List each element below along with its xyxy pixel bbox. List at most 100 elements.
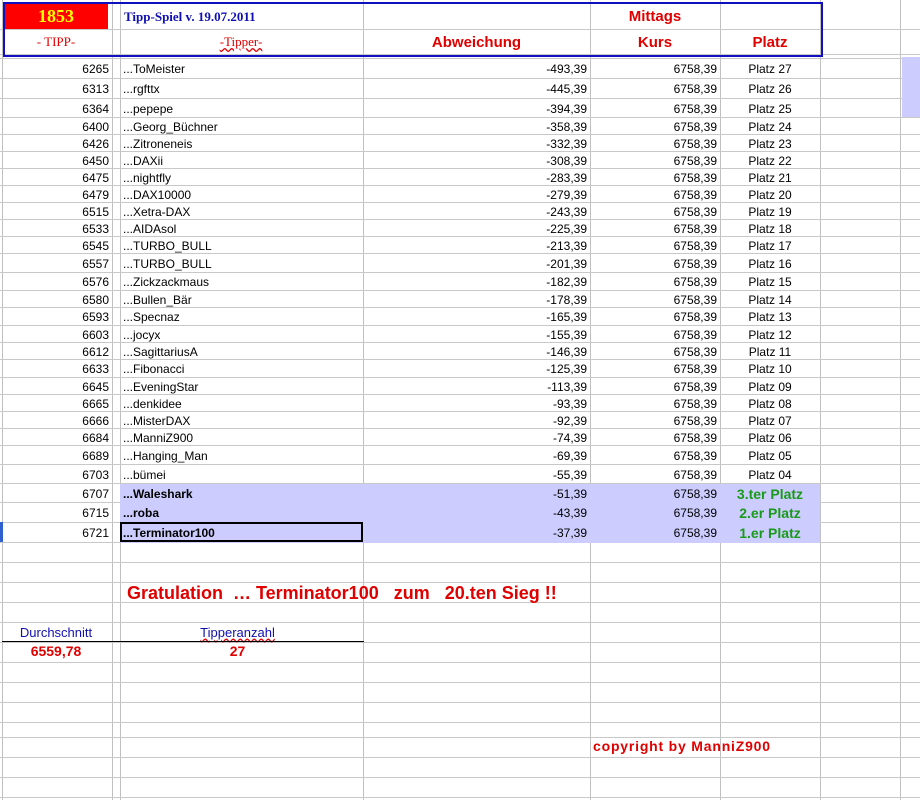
kurs-cell[interactable]: 6758,39 (590, 446, 720, 465)
platz-cell[interactable]: Platz 24 (720, 118, 820, 135)
platz-cell[interactable]: Platz 23 (720, 135, 820, 152)
platz-cell[interactable]: Platz 26 (720, 79, 820, 99)
abweichung-cell[interactable]: -92,39 (363, 412, 590, 429)
platz-cell[interactable]: Platz 18 (720, 220, 820, 237)
kurs-cell[interactable]: 6758,39 (590, 378, 720, 395)
kurs-cell[interactable]: 6758,39 (590, 523, 720, 543)
tipper-cell[interactable]: ...DAXii (120, 152, 363, 169)
durchschnitt-value[interactable]: 6559,78 (0, 642, 112, 660)
kurs-cell[interactable]: 6758,39 (590, 326, 720, 343)
tipper-cell[interactable]: ...MisterDAX (120, 412, 363, 429)
kurs-cell[interactable]: 6758,39 (590, 308, 720, 326)
tipper-cell[interactable]: ...pepepe (120, 99, 363, 118)
tipp-cell[interactable]: 6684 (2, 429, 112, 446)
kurs-cell[interactable]: 6758,39 (590, 169, 720, 186)
tipp-cell[interactable]: 6313 (2, 79, 112, 99)
platz-cell[interactable]: Platz 09 (720, 378, 820, 395)
platz-cell[interactable]: Platz 08 (720, 395, 820, 412)
tipp-cell[interactable]: 6645 (2, 378, 112, 395)
kurs-cell[interactable]: 6758,39 (590, 360, 720, 378)
kurs-cell[interactable]: 6758,39 (590, 484, 720, 503)
tipp-cell[interactable]: 6557 (2, 254, 112, 273)
abweichung-cell[interactable]: -155,39 (363, 326, 590, 343)
tipp-cell[interactable]: 6475 (2, 169, 112, 186)
tipp-cell[interactable]: 6715 (2, 503, 112, 523)
abweichung-cell[interactable]: -43,39 (363, 503, 590, 523)
tipper-cell[interactable]: ...Zitroneneis (120, 135, 363, 152)
tipper-cell[interactable]: ...DAX10000 (120, 186, 363, 203)
platz-cell[interactable]: Platz 21 (720, 169, 820, 186)
kurs-cell[interactable]: 6758,39 (590, 429, 720, 446)
kurs-cell[interactable]: 6758,39 (590, 254, 720, 273)
tipper-cell[interactable]: ...Fibonacci (120, 360, 363, 378)
kurs-cell[interactable]: 6758,39 (590, 59, 720, 79)
abweichung-cell[interactable]: -182,39 (363, 273, 590, 291)
tipp-cell[interactable]: 6400 (2, 118, 112, 135)
tipp-cell[interactable]: 6576 (2, 273, 112, 291)
tipper-cell[interactable]: ...bümei (120, 465, 363, 484)
abweichung-cell[interactable]: -74,39 (363, 429, 590, 446)
platz-cell[interactable]: Platz 10 (720, 360, 820, 378)
tipper-cell[interactable]: ...EveningStar (120, 378, 363, 395)
platz-cell[interactable]: Platz 12 (720, 326, 820, 343)
platz-cell[interactable]: Platz 25 (720, 99, 820, 118)
abweichung-cell[interactable]: -283,39 (363, 169, 590, 186)
tipp-cell[interactable]: 6689 (2, 446, 112, 465)
abweichung-cell[interactable]: -201,39 (363, 254, 590, 273)
abweichung-cell[interactable]: -178,39 (363, 291, 590, 308)
selected-cell-cursor[interactable] (120, 522, 363, 542)
tipper-cell[interactable]: ...ManniZ900 (120, 429, 363, 446)
tipper-cell[interactable]: ...Georg_Büchner (120, 118, 363, 135)
kurs-cell[interactable]: 6758,39 (590, 395, 720, 412)
tipper-cell[interactable]: ...Bullen_Bär (120, 291, 363, 308)
kurs-cell[interactable]: 6758,39 (590, 152, 720, 169)
platz-cell[interactable]: Platz 13 (720, 308, 820, 326)
platz-cell[interactable]: Platz 04 (720, 465, 820, 484)
platz-cell[interactable]: Platz 16 (720, 254, 820, 273)
tipper-cell[interactable]: ...jocyx (120, 326, 363, 343)
tipper-cell[interactable]: ...Hanging_Man (120, 446, 363, 465)
platz-cell[interactable]: Platz 07 (720, 412, 820, 429)
tipp-cell[interactable]: 6515 (2, 203, 112, 220)
kurs-cell[interactable]: 6758,39 (590, 503, 720, 523)
platz-cell[interactable]: Platz 15 (720, 273, 820, 291)
tipper-cell[interactable]: ...ToMeister (120, 59, 363, 79)
abweichung-cell[interactable]: -358,39 (363, 118, 590, 135)
kurs-cell[interactable]: 6758,39 (590, 237, 720, 254)
tipp-cell[interactable]: 6580 (2, 291, 112, 308)
abweichung-cell[interactable]: -493,39 (363, 59, 590, 79)
platz-cell[interactable]: 2.er Platz (720, 503, 820, 523)
tipper-cell[interactable]: ...roba (120, 503, 363, 523)
tipper-cell[interactable]: ...SagittariusA (120, 343, 363, 360)
tipp-cell[interactable]: 6479 (2, 186, 112, 203)
platz-cell[interactable]: Platz 17 (720, 237, 820, 254)
tipper-cell[interactable]: ...nightfly (120, 169, 363, 186)
tipp-cell[interactable]: 6612 (2, 343, 112, 360)
tipper-cell[interactable]: ...TURBO_BULL (120, 237, 363, 254)
abweichung-cell[interactable]: -55,39 (363, 465, 590, 484)
platz-cell[interactable]: Platz 27 (720, 59, 820, 79)
tipper-cell[interactable]: ...denkidee (120, 395, 363, 412)
kurs-cell[interactable]: 6758,39 (590, 412, 720, 429)
tipper-cell[interactable]: ...Xetra-DAX (120, 203, 363, 220)
abweichung-cell[interactable]: -213,39 (363, 237, 590, 254)
kurs-cell[interactable]: 6758,39 (590, 203, 720, 220)
abweichung-cell[interactable]: -146,39 (363, 343, 590, 360)
platz-cell[interactable]: Platz 06 (720, 429, 820, 446)
abweichung-cell[interactable]: -308,39 (363, 152, 590, 169)
tipp-cell[interactable]: 6633 (2, 360, 112, 378)
kurs-cell[interactable]: 6758,39 (590, 465, 720, 484)
tipp-cell[interactable]: 6545 (2, 237, 112, 254)
kurs-cell[interactable]: 6758,39 (590, 273, 720, 291)
abweichung-cell[interactable]: -332,39 (363, 135, 590, 152)
tipp-cell[interactable]: 6721 (2, 523, 112, 543)
tipp-cell[interactable]: 6703 (2, 465, 112, 484)
tipper-cell[interactable]: ...Waleshark (120, 484, 363, 503)
tipp-cell[interactable]: 6450 (2, 152, 112, 169)
platz-cell[interactable]: 1.er Platz (720, 523, 820, 543)
abweichung-cell[interactable]: -445,39 (363, 79, 590, 99)
tipp-cell[interactable]: 6603 (2, 326, 112, 343)
tipp-cell[interactable]: 6593 (2, 308, 112, 326)
tipp-count-cell[interactable]: 1853 (4, 4, 108, 29)
platz-cell[interactable]: Platz 19 (720, 203, 820, 220)
